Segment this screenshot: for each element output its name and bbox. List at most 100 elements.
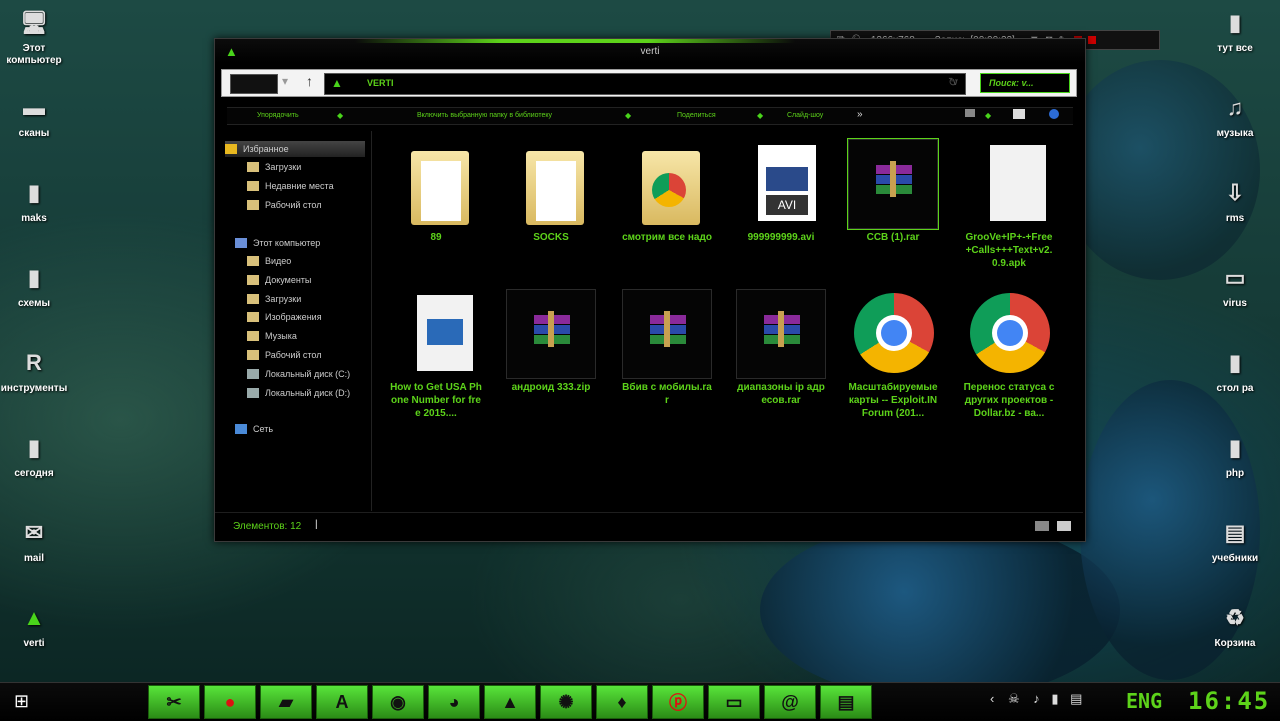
view-icon[interactable]	[965, 109, 975, 117]
nav-computer-item[interactable]: Загрузки	[247, 291, 301, 307]
file-item[interactable]: андроид 333.zip	[505, 289, 597, 427]
file-item[interactable]: How to Get USA Phone Number for free 201…	[390, 289, 482, 427]
desktop-icon-4[interactable]: ▮ стол ра	[1195, 346, 1275, 395]
nav-item-label: Рабочий стол	[265, 350, 322, 360]
back-forward-buttons[interactable]	[230, 74, 278, 94]
file-item[interactable]: 89	[390, 139, 482, 277]
more-commands-button[interactable]: »	[857, 109, 863, 120]
nav-computer-item[interactable]: Рабочий стол	[247, 347, 322, 363]
include-library-button[interactable]: Включить выбранную папку в библиотеку	[417, 112, 552, 119]
nav-computer-item[interactable]: Музыка	[247, 328, 297, 344]
file-item[interactable]: диапазоны ip адресов.rar	[735, 289, 827, 427]
nav-fav-item[interactable]: Недавние места	[247, 178, 334, 194]
icon-part	[548, 311, 554, 347]
desktop-icon-3[interactable]: ▮ схемы	[0, 261, 74, 310]
folder-chrome-icon	[622, 139, 712, 229]
folder-icon	[247, 368, 259, 379]
desktop-icon-label: тут все	[1217, 43, 1253, 54]
folder-icon	[247, 200, 259, 210]
help-icon[interactable]	[1049, 109, 1059, 119]
file-item[interactable]: CCB (1).rar	[847, 138, 939, 277]
nav-computer-item[interactable]: Локальный диск (C:)	[247, 366, 350, 382]
stop-icon[interactable]	[1087, 36, 1096, 44]
chrome-icon	[964, 289, 1054, 379]
skull-icon[interactable]: ☠	[1008, 691, 1020, 706]
chevron-left-icon[interactable]: ‹	[990, 691, 994, 706]
nav-favorites[interactable]: Избранное	[225, 141, 365, 157]
nav-computer-item[interactable]: Документы	[247, 272, 311, 288]
desktop-icon-2[interactable]: ⇩ rms	[1195, 176, 1275, 225]
clock[interactable]: 16:45	[1188, 687, 1270, 715]
preview-pane-icon[interactable]	[1013, 109, 1025, 119]
desktop-icon-7[interactable]: ♻ Корзина	[1195, 601, 1275, 650]
desktop-icon-1[interactable]: ▬ сканы	[0, 91, 74, 140]
search-input[interactable]: Поиск: v...	[980, 73, 1070, 93]
up-arrow-icon[interactable]: ↑	[306, 73, 313, 89]
taskbar-snipping-tool-icon[interactable]: ✂	[148, 685, 200, 719]
taskbar-record-icon[interactable]: ●	[204, 685, 256, 719]
desktop-icon-label: учебники	[1211, 553, 1259, 564]
nav-item-label: Загрузки	[265, 162, 302, 172]
taskbar-pineapple-icon[interactable]: ✺	[540, 685, 592, 719]
nav-fav-item[interactable]: Рабочий стол	[247, 197, 322, 213]
system-tray: ‹ ☠ ♪ ▮ ▤	[990, 691, 1082, 707]
nav-fav-item[interactable]: Загрузки	[247, 159, 301, 175]
language-indicator[interactable]: ENG	[1126, 689, 1162, 713]
verti-icon: ▲	[23, 605, 45, 630]
taskbar-python-icon[interactable]: ♦	[596, 685, 648, 719]
file-item[interactable]: смотрим все надо	[621, 139, 713, 277]
taskbar-cmd-icon[interactable]: ▭	[708, 685, 760, 719]
taskbar-chrome-icon[interactable]: ◕	[428, 685, 480, 719]
nav-computer-item[interactable]: Изображения	[247, 309, 322, 325]
slideshow-button[interactable]: Слайд-шоу	[787, 112, 823, 119]
file-item[interactable]: SOCKS	[505, 139, 597, 277]
avi-icon: AVI	[736, 139, 826, 229]
desktop-icon-7[interactable]: ▲ verti	[0, 601, 74, 650]
desktop-icon-5[interactable]: ▮ php	[1195, 431, 1275, 480]
nav-network[interactable]: Сеть	[235, 421, 273, 437]
network-icon[interactable]: ▤	[1070, 691, 1082, 706]
organize-button[interactable]: Упорядочить	[257, 112, 299, 119]
chevron-down-icon[interactable]: ▾	[282, 74, 288, 88]
taskbar-pinterest-icon[interactable]: ⓟ	[652, 685, 704, 719]
refresh-icon[interactable]: ↻	[948, 75, 958, 89]
battery-icon[interactable]: ▮	[1051, 691, 1058, 706]
file-item[interactable]: GrooVe+IP+-+Free+Calls+++Text+v2.0.9.apk	[963, 139, 1055, 277]
folder-icon	[247, 181, 259, 191]
desktop-icon-0[interactable]: ▮ тут все	[1195, 6, 1275, 55]
title-bar[interactable]: ▲ verti	[215, 39, 1085, 63]
large-icons-view-icon[interactable]	[1057, 521, 1071, 531]
wallpaper-shape	[760, 520, 1120, 700]
desktop-icon-6[interactable]: ✉ mail	[0, 516, 74, 565]
desktop-icon-6[interactable]: ▤ учебники	[1195, 516, 1275, 565]
tools-icon: R	[26, 350, 42, 375]
speaker-icon[interactable]: ♪	[1033, 691, 1040, 706]
desktop-icon-1[interactable]: ♫ музыка	[1195, 91, 1275, 140]
desktop-icon-0[interactable]: 🖥︎ Этот компьютер	[0, 6, 74, 67]
taskbar-explorer-icon[interactable]: ▤	[820, 685, 872, 719]
desktop-icon-5[interactable]: ▮ сегодня	[0, 431, 74, 480]
file-item[interactable]: Перенос статуса с других проектов - Doll…	[963, 289, 1055, 427]
share-button[interactable]: Поделиться	[677, 112, 716, 119]
file-name: Перенос статуса с других проектов - Doll…	[963, 382, 1055, 419]
file-item[interactable]: Вбив с мобилы.rar	[621, 289, 713, 427]
pane-divider[interactable]	[371, 131, 372, 511]
desktop-icon-4[interactable]: Rинструменты	[0, 346, 74, 395]
path-field[interactable]: ▲ VERTI ∨	[324, 73, 966, 95]
taskbar-notes-icon[interactable]: ▰	[260, 685, 312, 719]
file-name: SOCKS	[533, 232, 569, 243]
desktop-icon-2[interactable]: ▮ maks	[0, 176, 74, 225]
taskbar-wifi-icon[interactable]: ◉	[372, 685, 424, 719]
windows-start-icon[interactable]: ⊞	[14, 691, 34, 711]
taskbar-mail-icon[interactable]: @	[764, 685, 816, 719]
nav-this-computer[interactable]: Этот компьютер	[235, 235, 320, 251]
file-item[interactable]: AVI 999999999.avi	[735, 139, 827, 277]
details-view-icon[interactable]	[1035, 521, 1049, 531]
nav-computer-item[interactable]: Локальный диск (D:)	[247, 385, 350, 401]
file-item[interactable]: Масштабируемые карты -- Exploit.IN Forum…	[847, 289, 939, 427]
taskbar-vlc-icon[interactable]: ▲	[484, 685, 536, 719]
taskbar-font-icon[interactable]: A	[316, 685, 368, 719]
nav-computer-item[interactable]: Видео	[247, 253, 291, 269]
desktop-icon-3[interactable]: ▭ virus	[1195, 261, 1275, 310]
folder-icon	[247, 387, 259, 398]
